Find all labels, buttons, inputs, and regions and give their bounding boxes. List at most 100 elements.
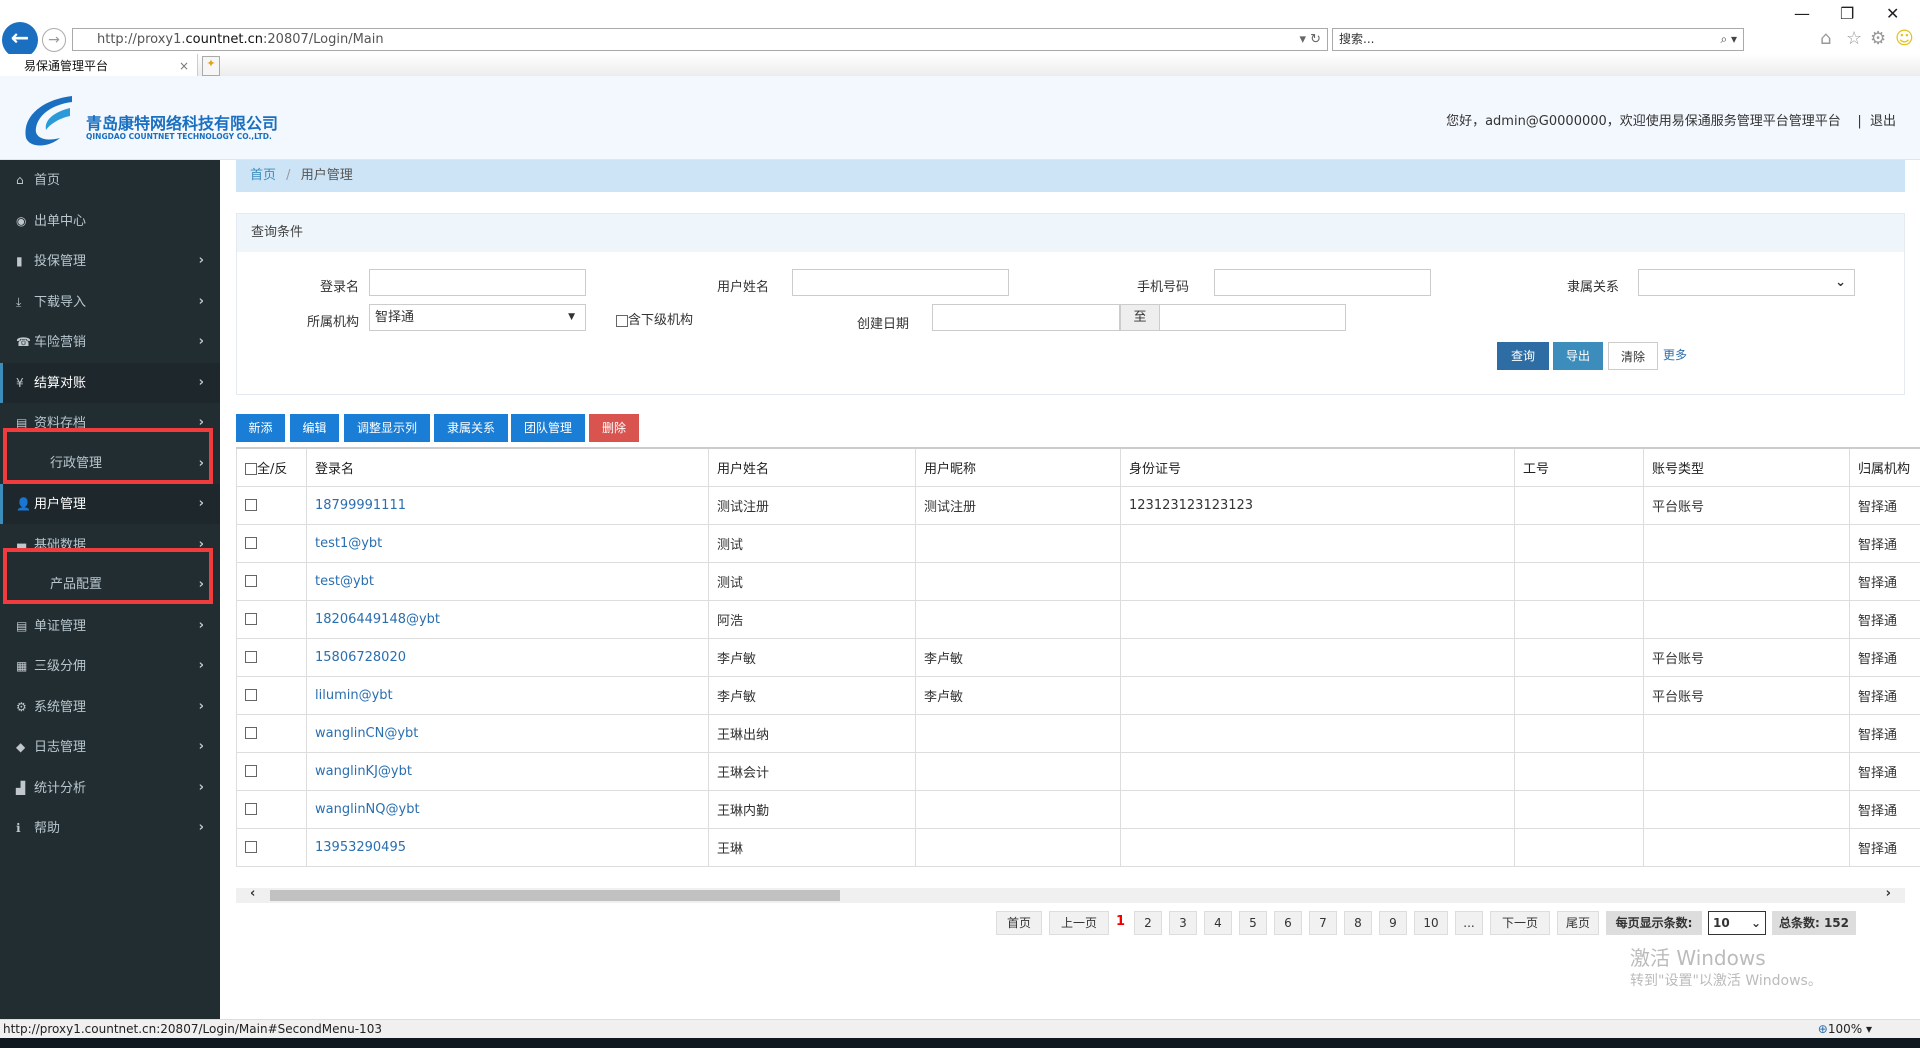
- login-link[interactable]: 18799991111: [315, 498, 406, 513]
- login-link[interactable]: lilumin@ybt: [315, 688, 393, 703]
- row-checkbox[interactable]: [245, 575, 257, 587]
- login-link[interactable]: wanglinCN@ybt: [315, 726, 418, 741]
- sidebar-item[interactable]: ▦ 三级分佣 ›: [0, 646, 220, 686]
- login-link[interactable]: 13953290495: [315, 840, 406, 855]
- zoom-level[interactable]: ⊕100% ▾: [1818, 1020, 1872, 1038]
- date-from-input[interactable]: [932, 304, 1120, 331]
- export-button[interactable]: 导出: [1553, 342, 1603, 370]
- cell-login[interactable]: test1@ybt: [306, 523, 709, 563]
- close-tab-icon[interactable]: ×: [179, 54, 189, 78]
- browser-search-input[interactable]: 搜索... ⌕ ▾: [1332, 28, 1744, 51]
- page-button[interactable]: 3: [1169, 911, 1197, 935]
- cell-login[interactable]: test@ybt: [306, 561, 709, 601]
- table-row[interactable]: test@ybt 测试 智择通: [236, 561, 1920, 601]
- table-row[interactable]: 18799991111 测试注册 测试注册 123123123123123 平台账号 智择…: [236, 485, 1920, 525]
- phone-input[interactable]: [1214, 269, 1431, 296]
- page-button[interactable]: 5: [1239, 911, 1267, 935]
- table-row[interactable]: wanglinKJ@ybt 王琳会计 智择通: [236, 751, 1920, 791]
- table-row[interactable]: 13953290495 王琳 智择通: [236, 827, 1920, 867]
- settings-icon[interactable]: ⚙: [1870, 28, 1886, 49]
- sidebar-item[interactable]: ▮ 投保管理 ›: [0, 241, 220, 281]
- date-to-input[interactable]: [1159, 304, 1346, 331]
- refresh-icon[interactable]: ▾ ↻: [1299, 29, 1321, 50]
- sidebar-item[interactable]: ⤓ 下载导入 ›: [0, 282, 220, 322]
- row-checkbox[interactable]: [245, 727, 257, 739]
- feedback-smiley-icon[interactable]: ☺: [1895, 28, 1914, 49]
- sidebar-item[interactable]: ℹ 帮助 ›: [0, 808, 220, 848]
- page-button[interactable]: 4: [1204, 911, 1232, 935]
- sidebar-item[interactable]: ◉ 出单中心: [0, 201, 220, 241]
- browser-tab[interactable]: 易保通管理平台 ×: [0, 54, 198, 78]
- sidebar-item[interactable]: ☎ 车险营销 ›: [0, 322, 220, 362]
- row-select[interactable]: [236, 713, 307, 753]
- page-button[interactable]: 7: [1309, 911, 1337, 935]
- home-icon[interactable]: ⌂: [1820, 28, 1831, 49]
- org-select[interactable]: 智择通 ▼: [369, 304, 586, 331]
- minimize-button[interactable]: —: [1794, 4, 1810, 23]
- row-select[interactable]: [236, 523, 307, 563]
- page-button[interactable]: 10: [1414, 911, 1448, 935]
- page-button[interactable]: ...: [1455, 911, 1483, 935]
- login-link[interactable]: wanglinNQ@ybt: [315, 802, 420, 817]
- page-button[interactable]: 9: [1379, 911, 1407, 935]
- sidebar-item[interactable]: ¥ 结算对账 ›: [0, 362, 220, 403]
- logout-link[interactable]: 退出: [1870, 114, 1896, 129]
- row-select[interactable]: [236, 561, 307, 601]
- breadcrumb-home[interactable]: 首页: [250, 168, 276, 183]
- favorites-icon[interactable]: ☆: [1846, 28, 1862, 49]
- cell-login[interactable]: 18206449148@ybt: [306, 599, 709, 639]
- page-button[interactable]: 8: [1344, 911, 1372, 935]
- row-checkbox[interactable]: [245, 841, 257, 853]
- col-id-number[interactable]: 身份证号: [1120, 447, 1515, 487]
- forward-button[interactable]: →: [42, 28, 66, 52]
- row-select[interactable]: [236, 637, 307, 677]
- col-employee-no[interactable]: 工号: [1514, 447, 1644, 487]
- sidebar-item[interactable]: ⌂ 首页: [0, 160, 220, 200]
- sidebar-item[interactable]: ⚙ 系统管理 ›: [0, 687, 220, 727]
- row-select[interactable]: [236, 827, 307, 867]
- login-link[interactable]: 18206449148@ybt: [315, 612, 440, 627]
- table-row[interactable]: 18206449148@ybt 阿浩 智择通: [236, 599, 1920, 639]
- login-link[interactable]: test1@ybt: [315, 536, 382, 551]
- table-row[interactable]: lilumin@ybt 李卢敏 李卢敏 平台账号 智择通: [236, 675, 1920, 715]
- scrollbar-thumb[interactable]: [270, 890, 840, 901]
- cell-login[interactable]: wanglinKJ@ybt: [306, 751, 709, 791]
- row-select[interactable]: [236, 599, 307, 639]
- back-button[interactable]: ←: [2, 22, 38, 58]
- row-checkbox[interactable]: [245, 613, 257, 625]
- col-name[interactable]: 用户姓名: [708, 447, 916, 487]
- relation-button[interactable]: 隶属关系: [434, 414, 508, 442]
- per-page-select[interactable]: 10 ⌄: [1708, 911, 1766, 935]
- select-all-header[interactable]: 全/反: [236, 447, 307, 487]
- sidebar-item[interactable]: ▟ 统计分析 ›: [0, 768, 220, 808]
- row-checkbox[interactable]: [245, 689, 257, 701]
- page-button[interactable]: 2: [1134, 911, 1162, 935]
- cell-login[interactable]: wanglinCN@ybt: [306, 713, 709, 753]
- cell-login[interactable]: 13953290495: [306, 827, 709, 867]
- delete-button[interactable]: 删除: [589, 414, 639, 442]
- columns-button[interactable]: 调整显示列: [344, 414, 430, 442]
- table-row[interactable]: wanglinCN@ybt 王琳出纳 智择通: [236, 713, 1920, 753]
- sidebar-item[interactable]: 👤 用户管理 ›: [0, 484, 220, 524]
- col-login[interactable]: 登录名: [306, 447, 709, 487]
- search-button[interactable]: 查询: [1497, 342, 1549, 370]
- row-select[interactable]: [236, 751, 307, 791]
- row-checkbox[interactable]: [245, 499, 257, 511]
- relation-select[interactable]: ⌄: [1638, 269, 1855, 296]
- scroll-left-icon[interactable]: ‹: [250, 886, 255, 901]
- row-checkbox[interactable]: [245, 803, 257, 815]
- row-checkbox[interactable]: [245, 651, 257, 663]
- search-icon[interactable]: ⌕ ▾: [1720, 29, 1737, 50]
- address-bar[interactable]: http://proxy1.countnet.cn:20807/Login/Ma…: [72, 28, 1328, 51]
- table-row[interactable]: wanglinNQ@ybt 王琳内勤 智择通: [236, 789, 1920, 829]
- edit-button[interactable]: 编辑: [290, 414, 339, 442]
- last-page-button[interactable]: 尾页: [1557, 911, 1599, 935]
- login-link[interactable]: wanglinKJ@ybt: [315, 764, 412, 779]
- row-checkbox[interactable]: [245, 765, 257, 777]
- first-page-button[interactable]: 首页: [996, 911, 1042, 935]
- clear-button[interactable]: 清除: [1608, 342, 1658, 370]
- sidebar-item[interactable]: ▤ 单证管理 ›: [0, 606, 220, 646]
- login-link[interactable]: 15806728020: [315, 650, 406, 665]
- new-tab-icon[interactable]: ✦: [202, 56, 220, 76]
- row-checkbox[interactable]: [245, 537, 257, 549]
